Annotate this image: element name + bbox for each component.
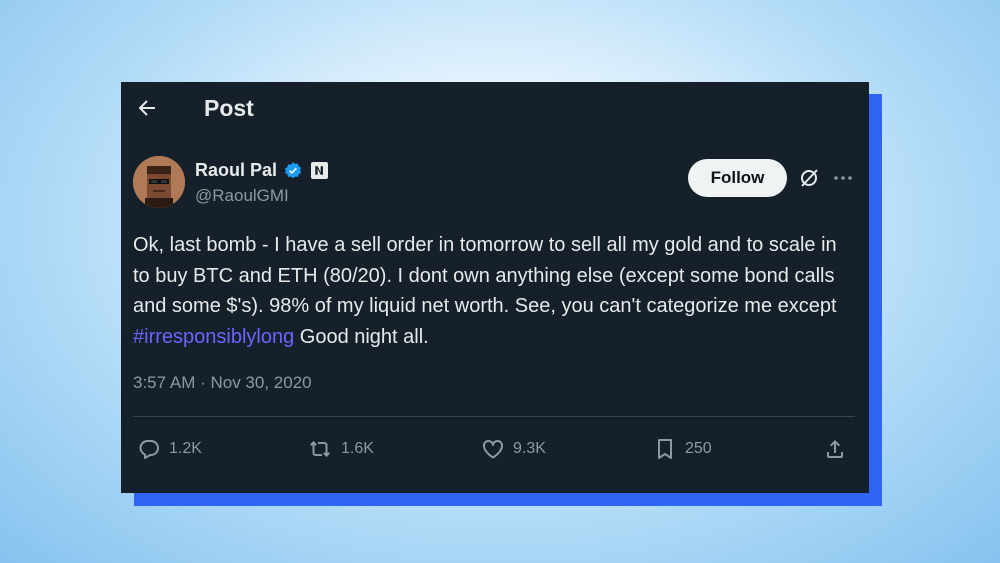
bookmark-icon xyxy=(658,439,672,459)
reply-icon xyxy=(139,440,159,459)
repost-count: 1.6K xyxy=(341,440,374,457)
grok-icon[interactable] xyxy=(797,166,821,190)
tweet-text-tail: Good night all. xyxy=(294,325,429,348)
author-handle[interactable]: @RaoulGMI xyxy=(195,186,289,206)
repost-icon xyxy=(310,440,330,458)
divider xyxy=(133,416,855,417)
tweet-text: Ok, last bomb - I have a sell order in t… xyxy=(133,230,853,352)
hashtag-link[interactable]: #irresponsiblylong xyxy=(133,326,294,348)
post-header: Post xyxy=(121,82,869,136)
page-title: Post xyxy=(204,95,254,121)
author-display-name[interactable]: Raoul Pal xyxy=(195,160,277,181)
arrow-left-icon[interactable] xyxy=(135,96,159,120)
like-count: 9.3K xyxy=(513,440,546,457)
reply-count: 1.2K xyxy=(169,440,202,457)
share-icon xyxy=(827,440,843,458)
like-button[interactable]: 9.3K xyxy=(481,436,546,462)
bookmark-button[interactable]: 250 xyxy=(653,436,712,462)
post-card: Post Raoul Pal @RaoulGMI Follow Ok, last… xyxy=(121,82,869,493)
bookmark-count: 250 xyxy=(685,440,712,457)
repost-button[interactable]: 1.6K xyxy=(309,436,374,462)
more-options-icon[interactable] xyxy=(831,166,855,190)
reply-button[interactable]: 1.2K xyxy=(137,436,202,462)
verified-badge-icon xyxy=(283,161,303,181)
post-timestamp[interactable]: 3:57 AM · Nov 30, 2020 xyxy=(133,373,312,393)
author-name-row: Raoul Pal xyxy=(195,160,329,181)
heart-icon xyxy=(483,439,503,459)
share-button[interactable] xyxy=(823,436,847,462)
avatar[interactable] xyxy=(133,156,185,208)
affiliation-badge-icon xyxy=(311,162,329,179)
tweet-text-body: Ok, last bomb - I have a sell order in t… xyxy=(133,234,837,317)
follow-button[interactable]: Follow xyxy=(688,159,787,197)
